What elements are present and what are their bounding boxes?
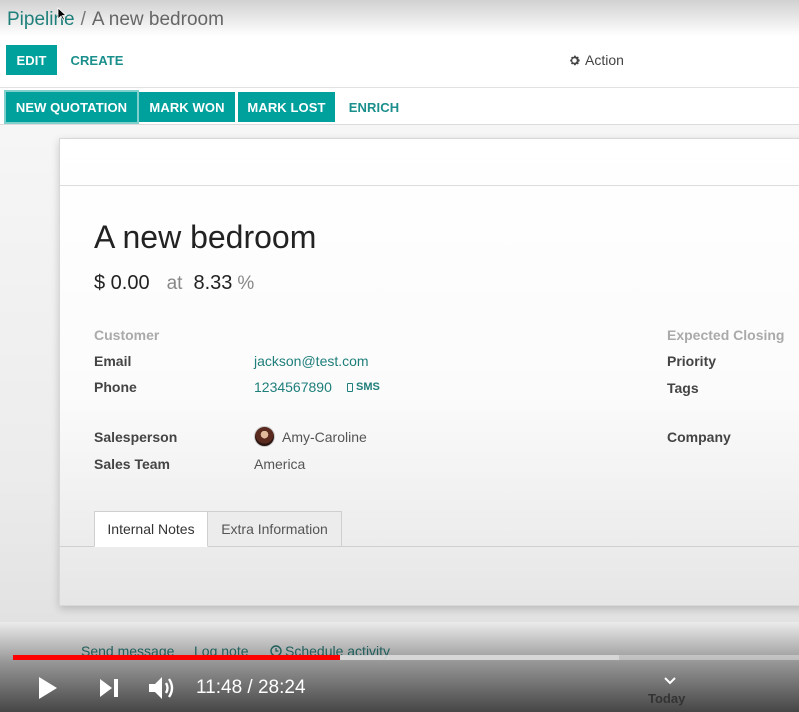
mark-won-button[interactable]: MARK WON (139, 92, 235, 122)
tags-label: Tags (667, 380, 699, 396)
edit-button[interactable]: EDIT (6, 45, 57, 75)
email-value[interactable]: jackson@test.com (254, 353, 369, 369)
breadcrumb: Pipeline / A new bedroom (7, 9, 224, 31)
phone-value[interactable]: 1234567890 (254, 379, 332, 395)
next-icon[interactable] (99, 678, 120, 698)
sms-button[interactable]: SMS (347, 381, 380, 393)
create-button[interactable]: CREATE (62, 45, 132, 75)
percent-sign: % (237, 273, 255, 294)
email-label: Email (94, 353, 132, 369)
customer-label: Customer (94, 327, 160, 343)
stage-statusbar (60, 139, 799, 186)
enrich-button[interactable]: ENRICH (340, 92, 408, 122)
volume-icon[interactable] (147, 674, 177, 702)
priority-label: Priority (667, 353, 717, 369)
action-dropdown[interactable]: Action (568, 52, 624, 68)
expected-revenue: $ 0.00 at 8.33 % (94, 272, 254, 295)
lead-title: A new bedroom (94, 219, 317, 255)
probability-value: 8.33 (193, 272, 233, 294)
tab-extra-information[interactable]: Extra Information (208, 511, 342, 547)
lead-statusbar-buttons: NEW QUOTATION MARK WON MARK LOST ENRICH (0, 88, 799, 125)
video-time: 11:48 / 28:24 (196, 677, 306, 698)
play-icon[interactable] (37, 676, 59, 700)
video-played-bar (13, 655, 340, 660)
expected-closing-label: Expected Closing (667, 327, 785, 343)
chevron-down-icon[interactable] (663, 676, 677, 686)
phone-label: Phone (94, 379, 137, 395)
breadcrumb-separator: / (80, 9, 86, 30)
revenue-value: $ 0.00 (94, 272, 150, 294)
form-sheet: A new bedroom $ 0.00 at 8.33 % Customer … (59, 138, 799, 606)
sales-team-value[interactable]: America (254, 456, 305, 472)
salesperson-value[interactable]: Amy-Caroline (282, 429, 367, 445)
at-label: at (166, 273, 183, 294)
mouse-cursor-icon (57, 7, 67, 21)
video-progress-bar[interactable] (13, 655, 799, 660)
sms-label: SMS (356, 381, 380, 393)
salesperson-label: Salesperson (94, 429, 178, 445)
notebook-tabs: Internal Notes Extra Information (60, 511, 799, 547)
new-quotation-button[interactable]: NEW QUOTATION (6, 92, 137, 122)
company-label: Company (667, 429, 731, 445)
salesperson-avatar (254, 426, 275, 447)
gear-icon (570, 55, 580, 65)
breadcrumb-current: A new bedroom (91, 9, 224, 30)
mobile-phone-icon (347, 382, 353, 392)
sales-team-label: Sales Team (94, 456, 171, 472)
mark-lost-button[interactable]: MARK LOST (238, 92, 335, 122)
tab-internal-notes[interactable]: Internal Notes (94, 511, 208, 547)
action-label: Action (585, 52, 624, 68)
today-label: Today (648, 691, 686, 706)
toolbar-row: EDIT CREATE Action (0, 44, 799, 88)
